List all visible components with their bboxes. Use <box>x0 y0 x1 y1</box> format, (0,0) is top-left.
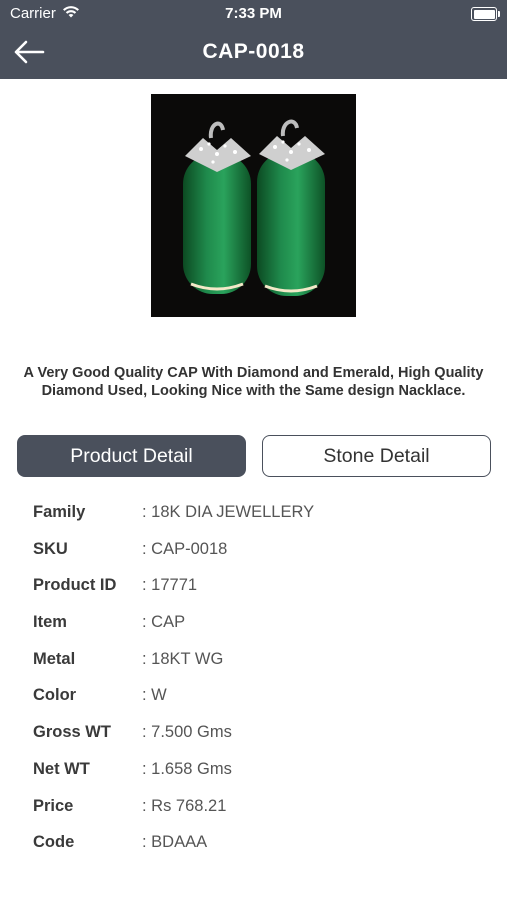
detail-row-sku: SKU : CAP-0018 <box>33 537 493 574</box>
product-details-list: Family : 18K DIA JEWELLERY SKU : CAP-001… <box>33 500 493 867</box>
detail-row-metal: Metal : 18KT WG <box>33 647 493 684</box>
detail-label: Metal <box>33 649 76 668</box>
detail-row-product-id: Product ID : 17771 <box>33 573 493 610</box>
product-image <box>151 94 356 317</box>
detail-label: Price <box>33 796 74 815</box>
detail-row-item: Item : CAP <box>33 610 493 647</box>
detail-row-family: Family : 18K DIA JEWELLERY <box>33 500 493 537</box>
detail-row-color: Color : W <box>33 683 493 720</box>
navigation-bar: CAP-0018 <box>0 30 507 75</box>
detail-label: Item <box>33 613 67 632</box>
detail-label: Net WT <box>33 759 90 778</box>
status-bar: Carrier 7:33 PM <box>0 0 507 28</box>
product-description: A Very Good Quality CAP With Diamond and… <box>23 365 484 399</box>
status-time: 7:33 PM <box>225 5 282 22</box>
detail-value: : CAP-0018 <box>142 539 228 558</box>
detail-value: : 7.500 Gms <box>142 723 232 742</box>
tab-stone-detail[interactable]: Stone Detail <box>262 435 491 477</box>
detail-value: : 17771 <box>142 576 198 595</box>
detail-value: : 1.658 Gms <box>142 759 232 778</box>
detail-value: : W <box>142 686 167 705</box>
detail-value: : Rs 768.21 <box>142 796 227 815</box>
detail-label: Gross WT <box>33 723 111 742</box>
detail-value: : 18K DIA JEWELLERY <box>142 503 315 521</box>
detail-label: Color <box>33 686 77 705</box>
detail-label: SKU <box>33 539 68 558</box>
detail-value: : CAP <box>142 613 186 632</box>
detail-value: : 18KT WG <box>142 649 224 668</box>
detail-row-code: Code : BDAAA <box>33 830 493 867</box>
detail-value: : BDAAA <box>142 833 208 852</box>
detail-label: Family <box>33 503 86 521</box>
tab-product-detail[interactable]: Product Detail <box>17 435 246 477</box>
detail-row-net-wt: Net WT : 1.658 Gms <box>33 757 493 794</box>
top-bar: Carrier 7:33 PM CAP-0018 <box>0 0 507 79</box>
detail-row-gross-wt: Gross WT : 7.500 Gms <box>33 720 493 757</box>
detail-row-price: Price : Rs 768.21 <box>33 794 493 831</box>
battery-icon <box>471 7 500 21</box>
page-title: CAP-0018 <box>202 40 305 63</box>
detail-label: Code <box>33 833 75 852</box>
detail-label: Product ID <box>33 576 117 595</box>
